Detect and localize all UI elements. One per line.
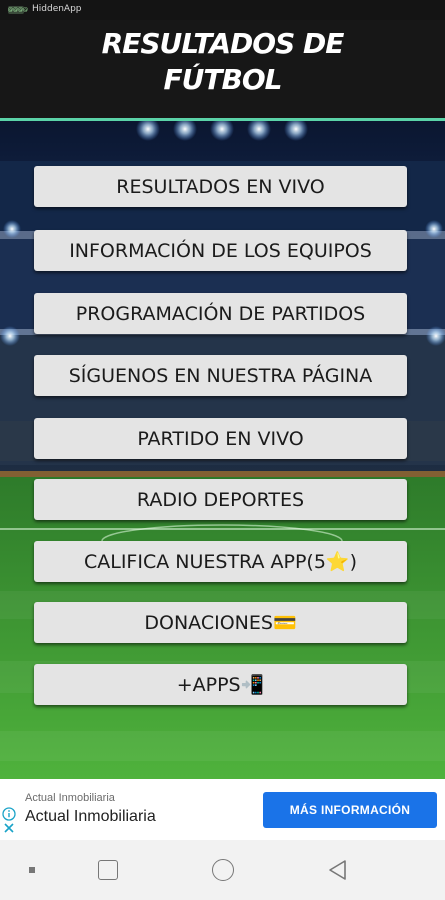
ad-advertiser-name[interactable]: Actual Inmobiliaria xyxy=(25,808,156,826)
ad-cta-button[interactable]: MÁS INFORMACIÓN xyxy=(263,792,437,828)
califica-app-button[interactable]: CALIFICA NUESTRA APP(5⭐) xyxy=(34,541,407,582)
radio-deportes-button[interactable]: RADIO DEPORTES xyxy=(34,479,407,520)
donaciones-button[interactable]: DONACIONES💳 xyxy=(34,602,407,643)
app-header: RESULTADOS DE FÚTBOL xyxy=(0,20,445,118)
system-nav-bar xyxy=(0,840,445,900)
title-line-2: FÚTBOL xyxy=(163,63,283,96)
status-bar: @@@@ HiddenApp xyxy=(0,0,445,20)
info-icon[interactable] xyxy=(2,807,16,821)
programacion-partidos-button[interactable]: PROGRAMACIÓN DE PARTIDOS xyxy=(34,293,407,334)
title-line-1: RESULTADOS DE xyxy=(101,27,345,60)
partido-en-vivo-button[interactable]: PARTIDO EN VIVO xyxy=(34,418,407,459)
informacion-equipos-button[interactable]: INFORMACIÓN DE LOS EQUIPOS xyxy=(34,230,407,271)
siguenos-pagina-button[interactable]: SÍGUENOS EN NUESTRA PÁGINA xyxy=(34,355,407,396)
overview-icon[interactable] xyxy=(98,860,118,880)
resultados-en-vivo-button[interactable]: RESULTADOS EN VIVO xyxy=(34,166,407,207)
page-title: RESULTADOS DE FÚTBOL xyxy=(0,26,445,98)
status-app-chip: @@@@ xyxy=(8,6,28,14)
ad-advertiser-small: Actual Inmobiliaria xyxy=(25,792,115,804)
ad-close-icon[interactable] xyxy=(3,822,15,834)
back-icon[interactable] xyxy=(326,858,348,882)
ad-banner[interactable]: Actual Inmobiliaria Actual Inmobiliaria … xyxy=(0,779,445,840)
home-icon[interactable] xyxy=(212,859,234,881)
more-apps-button[interactable]: +APPS📲 xyxy=(34,664,407,705)
status-app-name: HiddenApp xyxy=(32,4,82,14)
recents-icon[interactable] xyxy=(29,867,35,873)
